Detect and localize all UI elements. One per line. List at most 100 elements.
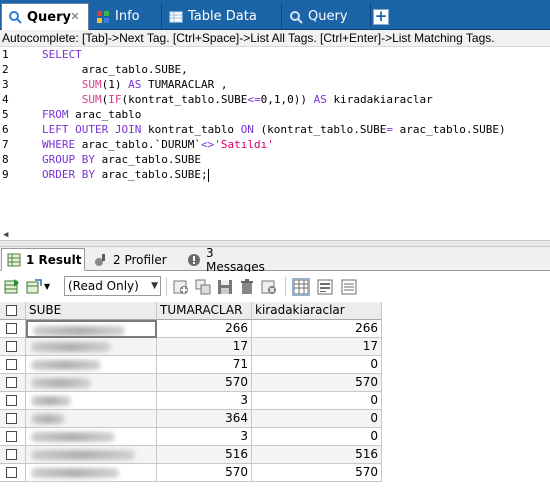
add-tab-button[interactable]: + — [373, 9, 389, 25]
result-toolbar: ▼ (Read Only) ▼ — [0, 272, 550, 301]
tab-result[interactable]: 1 Result — [1, 248, 85, 271]
checkbox-icon[interactable] — [6, 467, 17, 478]
line-number: 1 — [2, 48, 9, 61]
row-selector[interactable] — [0, 392, 26, 410]
cell-kiradakiaraclar[interactable]: 0 — [252, 428, 382, 446]
query-icon — [8, 10, 22, 24]
cell-tumaraclar[interactable]: 570 — [157, 374, 252, 392]
table-row[interactable]: 570 570 — [0, 374, 382, 392]
redacted-text — [31, 432, 115, 442]
code-line-4: SUM(IF(kontrat_tablo.SUBE<=0,1,0)) AS ki… — [81, 93, 433, 106]
cell-sube-redacted[interactable] — [26, 320, 157, 338]
redacted-text — [31, 360, 101, 370]
add-row-button[interactable] — [172, 278, 190, 296]
cell-sube-redacted[interactable] — [26, 446, 157, 464]
row-selector[interactable] — [0, 410, 26, 428]
save-icon[interactable] — [216, 278, 234, 296]
mode-select[interactable]: (Read Only) ▼ — [64, 276, 161, 296]
cancel-changes-icon[interactable] — [260, 278, 278, 296]
cell-kiradakiaraclar[interactable]: 570 — [252, 464, 382, 482]
table-row[interactable]: 3 0 — [0, 428, 382, 446]
checkbox-icon[interactable] — [6, 323, 17, 334]
tab-query-active[interactable]: Query ✕ — [1, 3, 89, 30]
select-all-header[interactable] — [0, 302, 26, 320]
messages-icon — [187, 253, 201, 267]
form-view-button[interactable] — [316, 278, 334, 296]
row-selector[interactable] — [0, 428, 26, 446]
checkbox-icon[interactable] — [6, 377, 17, 388]
duplicate-row-button[interactable] — [194, 278, 212, 296]
grid-view-button[interactable] — [292, 278, 310, 296]
cell-sube-redacted[interactable] — [26, 392, 157, 410]
chevron-down-icon[interactable]: ▼ — [44, 282, 50, 291]
sql-editor[interactable]: 1 2 3 4 5 6 7 8 9 SELECT arac_tablo.SUBE… — [0, 47, 550, 240]
table-row[interactable]: 266 266 — [0, 320, 382, 338]
table-row[interactable]: 3 0 — [0, 392, 382, 410]
redacted-text — [33, 326, 125, 336]
cell-kiradakiaraclar[interactable]: 17 — [252, 338, 382, 356]
cell-tumaraclar[interactable]: 3 — [157, 428, 252, 446]
table-row[interactable]: 570 570 — [0, 464, 382, 482]
grid-header-row: SUBE TUMARACLAR kiradakiaraclar — [0, 302, 382, 320]
table-row[interactable]: 516 516 — [0, 446, 382, 464]
checkbox-icon[interactable] — [6, 431, 17, 442]
checkbox-icon[interactable] — [6, 413, 17, 424]
line-number: 4 — [2, 93, 9, 106]
cell-sube-redacted[interactable] — [26, 410, 157, 428]
column-header-sube[interactable]: SUBE — [26, 302, 157, 320]
cell-kiradakiaraclar[interactable]: 516 — [252, 446, 382, 464]
code-line-9: ORDER BY arac_tablo.SUBE; — [42, 168, 209, 182]
cell-kiradakiaraclar[interactable]: 266 — [252, 320, 382, 338]
cell-kiradakiaraclar[interactable]: 0 — [252, 392, 382, 410]
table-row[interactable]: 17 17 — [0, 338, 382, 356]
checkbox-icon[interactable] — [6, 305, 17, 316]
cell-sube-redacted[interactable] — [26, 464, 157, 482]
checkbox-icon[interactable] — [6, 395, 17, 406]
row-selector[interactable] — [0, 446, 26, 464]
cell-tumaraclar[interactable]: 364 — [157, 410, 252, 428]
scroll-left-icon[interactable]: ◀ — [3, 230, 8, 240]
line-number: 8 — [2, 153, 9, 166]
line-number-gutter: 1 2 3 4 5 6 7 8 9 — [0, 47, 17, 229]
checkbox-icon[interactable] — [6, 341, 17, 352]
table-row[interactable]: 364 0 — [0, 410, 382, 428]
row-selector[interactable] — [0, 464, 26, 482]
checkbox-icon[interactable] — [6, 449, 17, 460]
info-icon — [96, 10, 110, 24]
cell-sube-redacted[interactable] — [26, 338, 157, 356]
tab-profiler[interactable]: 2 Profiler — [88, 248, 178, 271]
cell-tumaraclar[interactable]: 570 — [157, 464, 252, 482]
row-selector[interactable] — [0, 338, 26, 356]
cell-tumaraclar[interactable]: 17 — [157, 338, 252, 356]
delete-icon[interactable] — [238, 278, 256, 296]
row-selector[interactable] — [0, 356, 26, 374]
row-selector[interactable] — [0, 320, 26, 338]
column-header-kiradakiaraclar[interactable]: kiradakiaraclar — [252, 302, 382, 320]
tab-info[interactable]: Info — [90, 3, 162, 30]
tab-messages[interactable]: 3 Messages — [181, 246, 277, 274]
text-view-button[interactable] — [340, 278, 358, 296]
cell-kiradakiaraclar[interactable]: 570 — [252, 374, 382, 392]
column-header-tumaraclar[interactable]: TUMARACLAR — [157, 302, 252, 320]
close-icon[interactable]: ✕ — [68, 10, 82, 24]
cell-tumaraclar[interactable]: 3 — [157, 392, 252, 410]
export-grid-button[interactable] — [3, 278, 21, 296]
tab-table-data[interactable]: Table Data — [163, 3, 282, 30]
cell-tumaraclar[interactable]: 516 — [157, 446, 252, 464]
code-line-2: arac_tablo.SUBE, — [42, 63, 188, 76]
copy-grid-button[interactable] — [25, 278, 43, 296]
cell-sube-redacted[interactable] — [26, 428, 157, 446]
row-selector[interactable] — [0, 374, 26, 392]
tab-query[interactable]: Query — [283, 3, 371, 30]
cell-tumaraclar[interactable]: 266 — [157, 320, 252, 338]
table-icon — [169, 10, 183, 24]
checkbox-icon[interactable] — [6, 359, 17, 370]
cell-sube-redacted[interactable] — [26, 374, 157, 392]
cell-sube-redacted[interactable] — [26, 356, 157, 374]
table-row[interactable]: 71 0 — [0, 356, 382, 374]
cell-tumaraclar[interactable]: 71 — [157, 356, 252, 374]
redacted-text — [31, 342, 111, 352]
code-line-6: LEFT OUTER JOIN kontrat_tablo ON (kontra… — [42, 123, 506, 136]
cell-kiradakiaraclar[interactable]: 0 — [252, 356, 382, 374]
cell-kiradakiaraclar[interactable]: 0 — [252, 410, 382, 428]
